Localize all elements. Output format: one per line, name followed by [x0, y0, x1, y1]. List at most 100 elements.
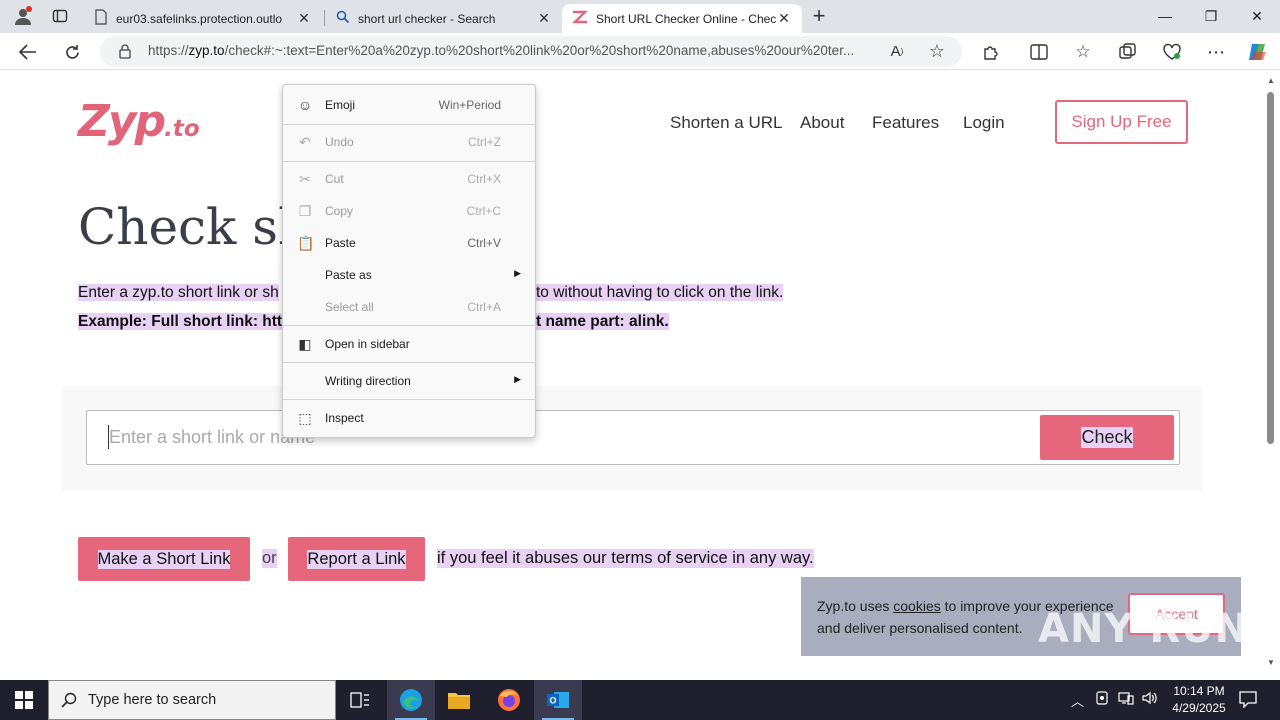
- url-text[interactable]: https://zyp.to/check#:~:text=Enter%20a%2…: [148, 43, 876, 58]
- report-link-button[interactable]: Report a Link: [288, 537, 425, 581]
- menu-item-open-in-sidebar[interactable]: ◧ Open in sidebar: [283, 329, 535, 359]
- tab-title: Short URL Checker Online - Chec: [596, 11, 776, 26]
- signup-button[interactable]: Sign Up Free: [1055, 100, 1188, 144]
- nav-shorten-url[interactable]: Shorten a URL: [670, 113, 782, 133]
- make-short-link-button[interactable]: Make a Short Link: [78, 537, 250, 581]
- or-text: or: [262, 549, 277, 568]
- sidebar-icon: ◧: [298, 336, 312, 352]
- submenu-arrow-icon: ▶: [514, 268, 521, 278]
- new-tab-button[interactable]: +: [804, 1, 834, 31]
- context-menu: ☺ Emoji Win+Period ↶ Undo Ctrl+Z ✂ Cut C…: [282, 84, 536, 438]
- tab-zyp-checker[interactable]: Short URL Checker Online - Chec ✕: [562, 4, 802, 33]
- nav-features[interactable]: Features: [872, 113, 939, 133]
- page-title: Check sh: [78, 198, 311, 256]
- menu-item-select-all[interactable]: Select all Ctrl+A: [283, 292, 535, 322]
- edge-taskbar-icon[interactable]: [387, 680, 435, 720]
- clock-time: 10:14 PM: [1173, 684, 1225, 698]
- menu-label: Copy: [325, 204, 354, 218]
- collections-icon[interactable]: [1113, 37, 1143, 67]
- menu-label: Undo: [325, 135, 354, 149]
- firefox-icon[interactable]: [485, 680, 533, 720]
- scroll-down-icon[interactable]: ▼: [1267, 658, 1275, 667]
- menu-item-writing-direction[interactable]: Writing direction ▶: [283, 366, 535, 396]
- menu-label: Inspect: [325, 411, 364, 425]
- browser-essentials-icon[interactable]: [1157, 37, 1187, 67]
- menu-shortcut: Ctrl+Z: [468, 135, 501, 149]
- minimize-button[interactable]: —: [1142, 0, 1188, 32]
- extensions-icon[interactable]: [976, 37, 1006, 67]
- close-window-button[interactable]: ✕: [1234, 0, 1280, 32]
- file-explorer-icon[interactable]: [435, 680, 483, 720]
- read-aloud-icon[interactable]: A): [882, 36, 912, 66]
- volume-icon[interactable]: [1142, 691, 1158, 708]
- scroll-up-icon[interactable]: ▲: [1267, 76, 1275, 85]
- back-button[interactable]: [13, 37, 43, 67]
- menu-item-undo[interactable]: ↶ Undo Ctrl+Z: [283, 127, 535, 157]
- menu-label: Paste: [325, 236, 356, 250]
- paste-icon: 📋: [297, 235, 315, 251]
- outlook-icon[interactable]: O: [534, 680, 582, 720]
- menu-item-paste-as[interactable]: Paste as ▶: [283, 260, 535, 290]
- favorites-icon[interactable]: ☆: [1068, 37, 1098, 67]
- menu-item-cut[interactable]: ✂ Cut Ctrl+X: [283, 164, 535, 194]
- tab-actions-icon[interactable]: [45, 1, 75, 31]
- taskbar-search-box[interactable]: Type here to search: [48, 680, 336, 720]
- cookies-link[interactable]: cookies: [893, 598, 940, 614]
- tab-title: eur03.safelinks.protection.outlo: [116, 11, 283, 26]
- scrollbar-thumb[interactable]: [1267, 92, 1274, 444]
- more-menu-icon[interactable]: ⋯: [1201, 37, 1231, 67]
- refresh-button[interactable]: [57, 37, 87, 67]
- close-icon[interactable]: ✕: [296, 10, 312, 27]
- submenu-arrow-icon: ▶: [514, 374, 521, 384]
- menu-separator: [283, 124, 535, 125]
- close-icon[interactable]: ✕: [776, 10, 792, 27]
- network-icon[interactable]: [1118, 691, 1134, 708]
- menu-label: Paste as: [325, 268, 372, 282]
- short-link-input[interactable]: Enter a short link or name: [86, 410, 1180, 465]
- menu-item-copy[interactable]: ❐ Copy Ctrl+C: [283, 196, 535, 226]
- restore-button[interactable]: ❐: [1188, 0, 1234, 32]
- device-icon[interactable]: [1095, 691, 1109, 708]
- split-screen-icon[interactable]: [1024, 37, 1054, 67]
- menu-item-inspect[interactable]: ⬚ Inspect: [283, 403, 535, 433]
- url-scheme: https://: [148, 43, 189, 58]
- web-page: Zyp.to Shorten a URL About Features Logi…: [4, 70, 1261, 660]
- profile-icon[interactable]: [8, 1, 38, 31]
- page-scrollbar[interactable]: ▲ ▼: [1262, 70, 1280, 675]
- description-line-1-tail: to without having to click on the link.: [536, 284, 784, 302]
- tab-safelinks[interactable]: eur03.safelinks.protection.outlo ✕: [84, 4, 322, 33]
- menu-label: Open in sidebar: [325, 337, 410, 351]
- nav-login[interactable]: Login: [963, 113, 1005, 133]
- check-button[interactable]: Check: [1040, 415, 1174, 460]
- anyrun-watermark: ANY RUN: [1038, 606, 1250, 652]
- notifications-icon[interactable]: [1239, 690, 1257, 711]
- description-text: to without having to click on the link.: [536, 284, 784, 301]
- menu-separator: [283, 399, 535, 400]
- menu-shortcut: Win+Period: [438, 98, 501, 112]
- taskbar-clock[interactable]: 10:14 PM 4/29/2025: [1160, 683, 1238, 717]
- menu-item-paste[interactable]: 📋 Paste Ctrl+V: [283, 228, 535, 258]
- example-text: Example: Full short link: https: [78, 313, 301, 330]
- address-bar[interactable]: https://zyp.to/check#:~:text=Enter%20a%2…: [100, 36, 962, 67]
- lock-icon[interactable]: [118, 44, 132, 64]
- site-logo[interactable]: Zyp.to: [78, 96, 200, 147]
- url-domain: zyp.to: [188, 43, 225, 58]
- show-hidden-icons-icon[interactable]: ︿: [1071, 691, 1084, 710]
- tab-search[interactable]: short url checker - Search ✕: [326, 4, 562, 33]
- start-button[interactable]: [0, 680, 48, 720]
- tab-title: short url checker - Search: [358, 11, 496, 26]
- menu-separator: [283, 325, 535, 326]
- menu-item-emoji[interactable]: ☺ Emoji Win+Period: [283, 90, 535, 120]
- page-icon: [94, 9, 108, 28]
- description-line-2-tail: t name part: alink.: [536, 313, 669, 331]
- menu-label: Cut: [325, 172, 344, 186]
- copy-icon: ❐: [298, 203, 312, 219]
- search-placeholder: Type here to search: [88, 692, 217, 708]
- favorite-star-icon[interactable]: ☆: [922, 36, 952, 66]
- cookie-text-start: Zyp.to uses: [817, 598, 894, 614]
- copilot-icon[interactable]: [1243, 37, 1273, 67]
- task-view-icon[interactable]: [336, 680, 384, 720]
- nav-about[interactable]: About: [800, 113, 844, 133]
- menu-label: Select all: [325, 300, 374, 314]
- close-icon[interactable]: ✕: [536, 10, 552, 27]
